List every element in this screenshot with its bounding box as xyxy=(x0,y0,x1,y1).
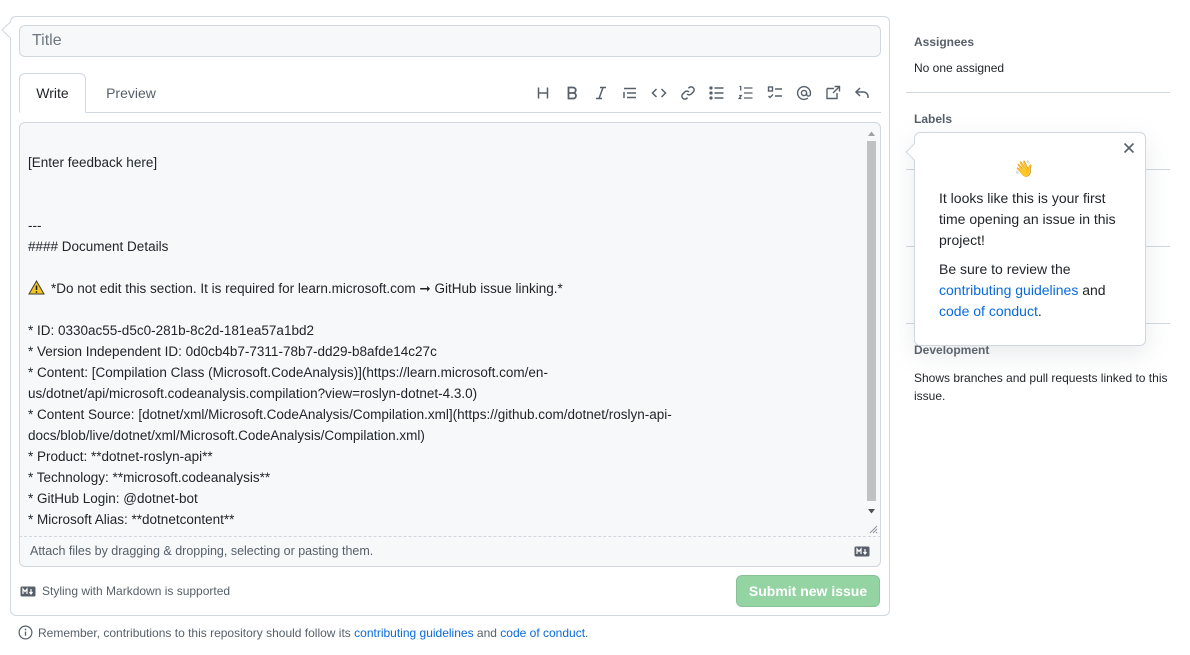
contribution-note-text: Remember, contributions to this reposito… xyxy=(38,625,351,640)
editor-line: docs/blob/live/dotnet/xml/Microsoft.Code… xyxy=(28,425,863,446)
popover-and-text: and xyxy=(1078,282,1106,298)
popover-period: . xyxy=(1037,303,1042,319)
wave-emoji-icon: 👋 xyxy=(1014,161,1034,178)
italic-icon[interactable] xyxy=(586,81,615,105)
popover-line: It looks like this is your first xyxy=(939,190,1106,206)
editor-line: * Version Independent ID: 0d0cb4b7-7311-… xyxy=(28,341,863,362)
link-icon[interactable] xyxy=(673,81,702,105)
code-icon[interactable] xyxy=(644,81,673,105)
markdown-icon xyxy=(854,546,870,557)
body-text[interactable]: [Enter feedback here] --- #### Document De… xyxy=(28,123,863,530)
editor-line-text: * ID: 0330ac55-d5c0-281b-8c2d-181ea57a1b… xyxy=(28,323,314,338)
popover-review-message: Be sure to review the contributing guide… xyxy=(939,259,1129,322)
editor-line-text: * Microsoft Alias: **dotnetcontent** xyxy=(28,512,235,527)
popover-message: It looks like this is your first time op… xyxy=(939,188,1129,251)
editor-line-text: * GitHub Login: @dotnet-bot xyxy=(28,491,198,506)
development-text-line: issue. xyxy=(914,389,946,403)
popover-line: project! xyxy=(939,232,985,248)
editor-line: * Content: [Compilation Class (Microsoft… xyxy=(28,362,863,383)
editor-line: * Product: **dotnet-roslyn-api** xyxy=(28,446,863,467)
popover-line: Be sure to review the xyxy=(939,261,1071,277)
editor-line-text: * Product: **dotnet-roslyn-api** xyxy=(28,449,213,464)
labels-heading[interactable]: Labels xyxy=(914,112,952,126)
submit-new-issue-button[interactable]: Submit new issue xyxy=(736,575,880,607)
tab-preview[interactable]: Preview xyxy=(92,73,170,113)
contribution-note: Remember, contributions to this reposito… xyxy=(18,625,588,640)
and-text: and xyxy=(476,625,497,640)
warning-icon xyxy=(28,279,45,295)
assignees-heading[interactable]: Assignees xyxy=(914,35,974,49)
editor-line: #### Document Details xyxy=(28,236,863,257)
development-description: Shows branches and pull requests linked … xyxy=(914,369,1174,405)
popover-line: time opening an issue in this xyxy=(939,211,1116,227)
unordered-list-icon[interactable] xyxy=(702,81,731,105)
close-icon[interactable] xyxy=(1121,140,1137,156)
editor-line-text: * Content Source: [dotnet/xml/Microsoft.… xyxy=(28,407,672,422)
editor-line-text: [Enter feedback here] xyxy=(28,155,158,170)
task-list-icon[interactable] xyxy=(760,81,789,105)
editor-line: us/dotnet/api/microsoft.codeanalysis.com… xyxy=(28,383,863,404)
popover-code-of-conduct-link[interactable]: code of conduct xyxy=(939,303,1038,319)
editor-line-text: --- xyxy=(28,218,42,233)
ordered-list-icon[interactable] xyxy=(731,81,760,105)
editor-line: * Technology: **microsoft.codeanalysis** xyxy=(28,467,863,488)
code-of-conduct-link[interactable]: code of conduct xyxy=(500,626,585,640)
sidebar-divider xyxy=(906,92,1170,93)
editor-line: * GitHub Login: @dotnet-bot xyxy=(28,488,863,509)
development-text-line: Shows branches and pull requests linked … xyxy=(914,371,1168,385)
editor-line-text: * Technology: **microsoft.codeanalysis** xyxy=(28,470,271,485)
editor-line-text: #### Document Details xyxy=(28,239,169,254)
editor-line-text: * Content: [Compilation Class (Microsoft… xyxy=(28,365,548,380)
title-input[interactable] xyxy=(19,25,881,57)
info-icon xyxy=(18,625,33,640)
assignees-value: No one assigned xyxy=(914,61,1005,75)
popover-contributing-guidelines-link[interactable]: contributing guidelines xyxy=(939,282,1078,298)
tab-write[interactable]: Write xyxy=(19,73,86,113)
scrollbar-thumb[interactable] xyxy=(867,141,876,501)
saved-replies-icon[interactable] xyxy=(847,81,876,105)
markdown-support-note: Styling with Markdown is supported xyxy=(20,584,230,598)
period-text: . xyxy=(585,625,589,640)
editor-line: --- xyxy=(28,215,863,236)
editor-line-text: docs/blob/live/dotnet/xml/Microsoft.Code… xyxy=(28,428,425,443)
editor-line-text: us/dotnet/api/microsoft.codeanalysis.com… xyxy=(28,386,478,401)
contributing-guidelines-link[interactable]: contributing guidelines xyxy=(354,626,473,640)
markdown-note-text[interactable]: Styling with Markdown is supported xyxy=(42,584,230,598)
markdown-icon xyxy=(20,586,36,596)
editor-line: *Do not edit this section. It is require… xyxy=(28,278,863,299)
resize-handle-icon[interactable] xyxy=(868,524,878,534)
quote-icon[interactable] xyxy=(615,81,644,105)
markdown-toolbar xyxy=(528,81,876,105)
attach-text: Attach files by dragging & dropping, sel… xyxy=(30,544,374,558)
body-textarea[interactable]: [Enter feedback here] --- #### Document De… xyxy=(19,122,881,536)
mention-icon[interactable] xyxy=(789,81,818,105)
editor-line-text: * Version Independent ID: 0d0cb4b7-7311-… xyxy=(28,344,437,359)
editor-line-text: *Do not edit this section. It is require… xyxy=(51,281,563,296)
bold-icon[interactable] xyxy=(557,81,586,105)
attach-files-bar[interactable]: Attach files by dragging & dropping, sel… xyxy=(19,536,881,567)
heading-icon[interactable] xyxy=(528,81,557,105)
cross-reference-icon[interactable] xyxy=(818,81,847,105)
editor-line: [Enter feedback here] xyxy=(28,152,863,173)
editor-line: * Content Source: [dotnet/xml/Microsoft.… xyxy=(28,404,863,425)
editor-line: * Microsoft Alias: **dotnetcontent** xyxy=(28,509,863,530)
editor-line: * ID: 0330ac55-d5c0-281b-8c2d-181ea57a1b… xyxy=(28,320,863,341)
